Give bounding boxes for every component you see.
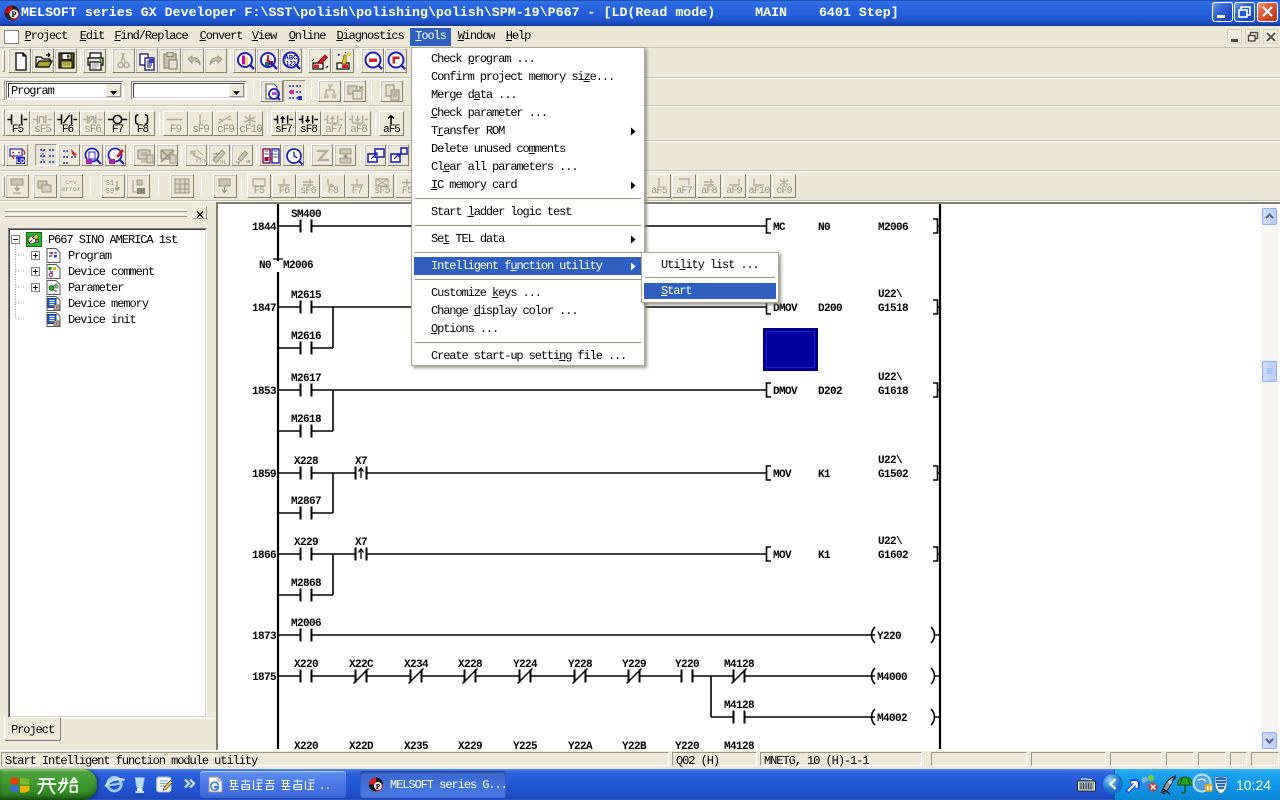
svg-text:DMOV: DMOV xyxy=(773,303,798,315)
svg-text:1853: 1853 xyxy=(252,386,277,398)
svg-text:M4128: M4128 xyxy=(724,741,755,749)
svg-text:X7: X7 xyxy=(355,456,367,468)
svg-text:M2868: M2868 xyxy=(291,578,322,590)
svg-text:K1: K1 xyxy=(818,469,831,481)
svg-text:M4128: M4128 xyxy=(724,700,755,712)
svg-text:X235: X235 xyxy=(404,741,429,749)
svg-text:M2617: M2617 xyxy=(291,373,321,385)
svg-text:M4000: M4000 xyxy=(877,672,907,684)
svg-text:P: P xyxy=(12,10,17,19)
svg-text:X228: X228 xyxy=(458,659,483,671)
svg-text:M2006: M2006 xyxy=(283,260,313,272)
svg-text:Y22A: Y22A xyxy=(568,741,593,749)
svg-text:1866: 1866 xyxy=(252,550,276,562)
svg-text:X228: X228 xyxy=(294,456,319,468)
svg-text:U22\: U22\ xyxy=(878,536,903,548)
svg-text:M2618: M2618 xyxy=(291,414,322,426)
svg-text:N0: N0 xyxy=(259,260,271,272)
svg-text:LD: LD xyxy=(16,158,25,165)
svg-text:Y220: Y220 xyxy=(675,741,699,749)
svg-text:1873: 1873 xyxy=(252,631,277,643)
svg-text:S9: S9 xyxy=(106,188,114,196)
svg-text:U22\: U22\ xyxy=(878,455,903,467)
svg-text:G1502: G1502 xyxy=(878,469,908,481)
svg-text:Y229: Y229 xyxy=(622,659,646,671)
svg-text:U22\: U22\ xyxy=(878,289,903,301)
svg-text:X7: X7 xyxy=(355,537,367,549)
svg-text:G1618: G1618 xyxy=(878,386,909,398)
svg-text:HL: HL xyxy=(220,159,228,166)
svg-text:MOV: MOV xyxy=(773,469,792,481)
svg-text:P: P xyxy=(376,783,381,791)
svg-text:Y225: Y225 xyxy=(513,741,538,749)
svg-text:X229: X229 xyxy=(294,537,318,549)
svg-text:U22\: U22\ xyxy=(878,372,903,384)
svg-text:K1: K1 xyxy=(818,550,831,562)
svg-text:D202: D202 xyxy=(818,386,842,398)
svg-text:1859: 1859 xyxy=(252,469,276,481)
svg-text:1844: 1844 xyxy=(252,222,277,234)
svg-text:X229: X229 xyxy=(458,741,482,749)
svg-text:M2006: M2006 xyxy=(878,222,908,234)
svg-text:M4002: M4002 xyxy=(877,713,907,725)
svg-text:Y224: Y224 xyxy=(513,659,538,671)
svg-text:X234: X234 xyxy=(404,659,429,671)
svg-text:G1602: G1602 xyxy=(878,550,908,562)
svg-text:123: 123 xyxy=(286,62,297,68)
svg-text:D200: D200 xyxy=(818,303,842,315)
svg-text:M2006: M2006 xyxy=(291,618,321,630)
svg-text:Y22B: Y22B xyxy=(622,741,647,749)
svg-text:X220: X220 xyxy=(294,741,318,749)
svg-text:1847: 1847 xyxy=(252,303,276,315)
svg-text:DMOV: DMOV xyxy=(773,386,798,398)
svg-text:S1: S1 xyxy=(106,180,114,188)
svg-text:M4128: M4128 xyxy=(724,659,755,671)
svg-text:xxxx: xxxx xyxy=(195,158,208,166)
svg-text:MOV: MOV xyxy=(773,550,792,562)
svg-text:M2616: M2616 xyxy=(291,331,321,343)
svg-text:Y220: Y220 xyxy=(877,631,901,643)
svg-text:c+v: c+v xyxy=(65,179,77,186)
svg-text:SM400: SM400 xyxy=(291,209,321,221)
svg-text:X220: X220 xyxy=(294,659,318,671)
svg-text:X22C: X22C xyxy=(349,659,374,671)
svg-text:...: ... xyxy=(319,781,333,791)
svg-text:M2615: M2615 xyxy=(291,290,322,302)
svg-text:MC: MC xyxy=(773,222,786,234)
svg-text:Y220: Y220 xyxy=(675,659,699,671)
svg-text:G1518: G1518 xyxy=(878,303,909,315)
svg-text:Y228: Y228 xyxy=(568,659,593,671)
svg-text:N0: N0 xyxy=(818,222,830,234)
svg-text:M2867: M2867 xyxy=(291,496,321,508)
svg-text:X22D: X22D xyxy=(349,741,374,749)
svg-text:error: error xyxy=(61,186,81,193)
svg-text:1875: 1875 xyxy=(252,672,277,684)
